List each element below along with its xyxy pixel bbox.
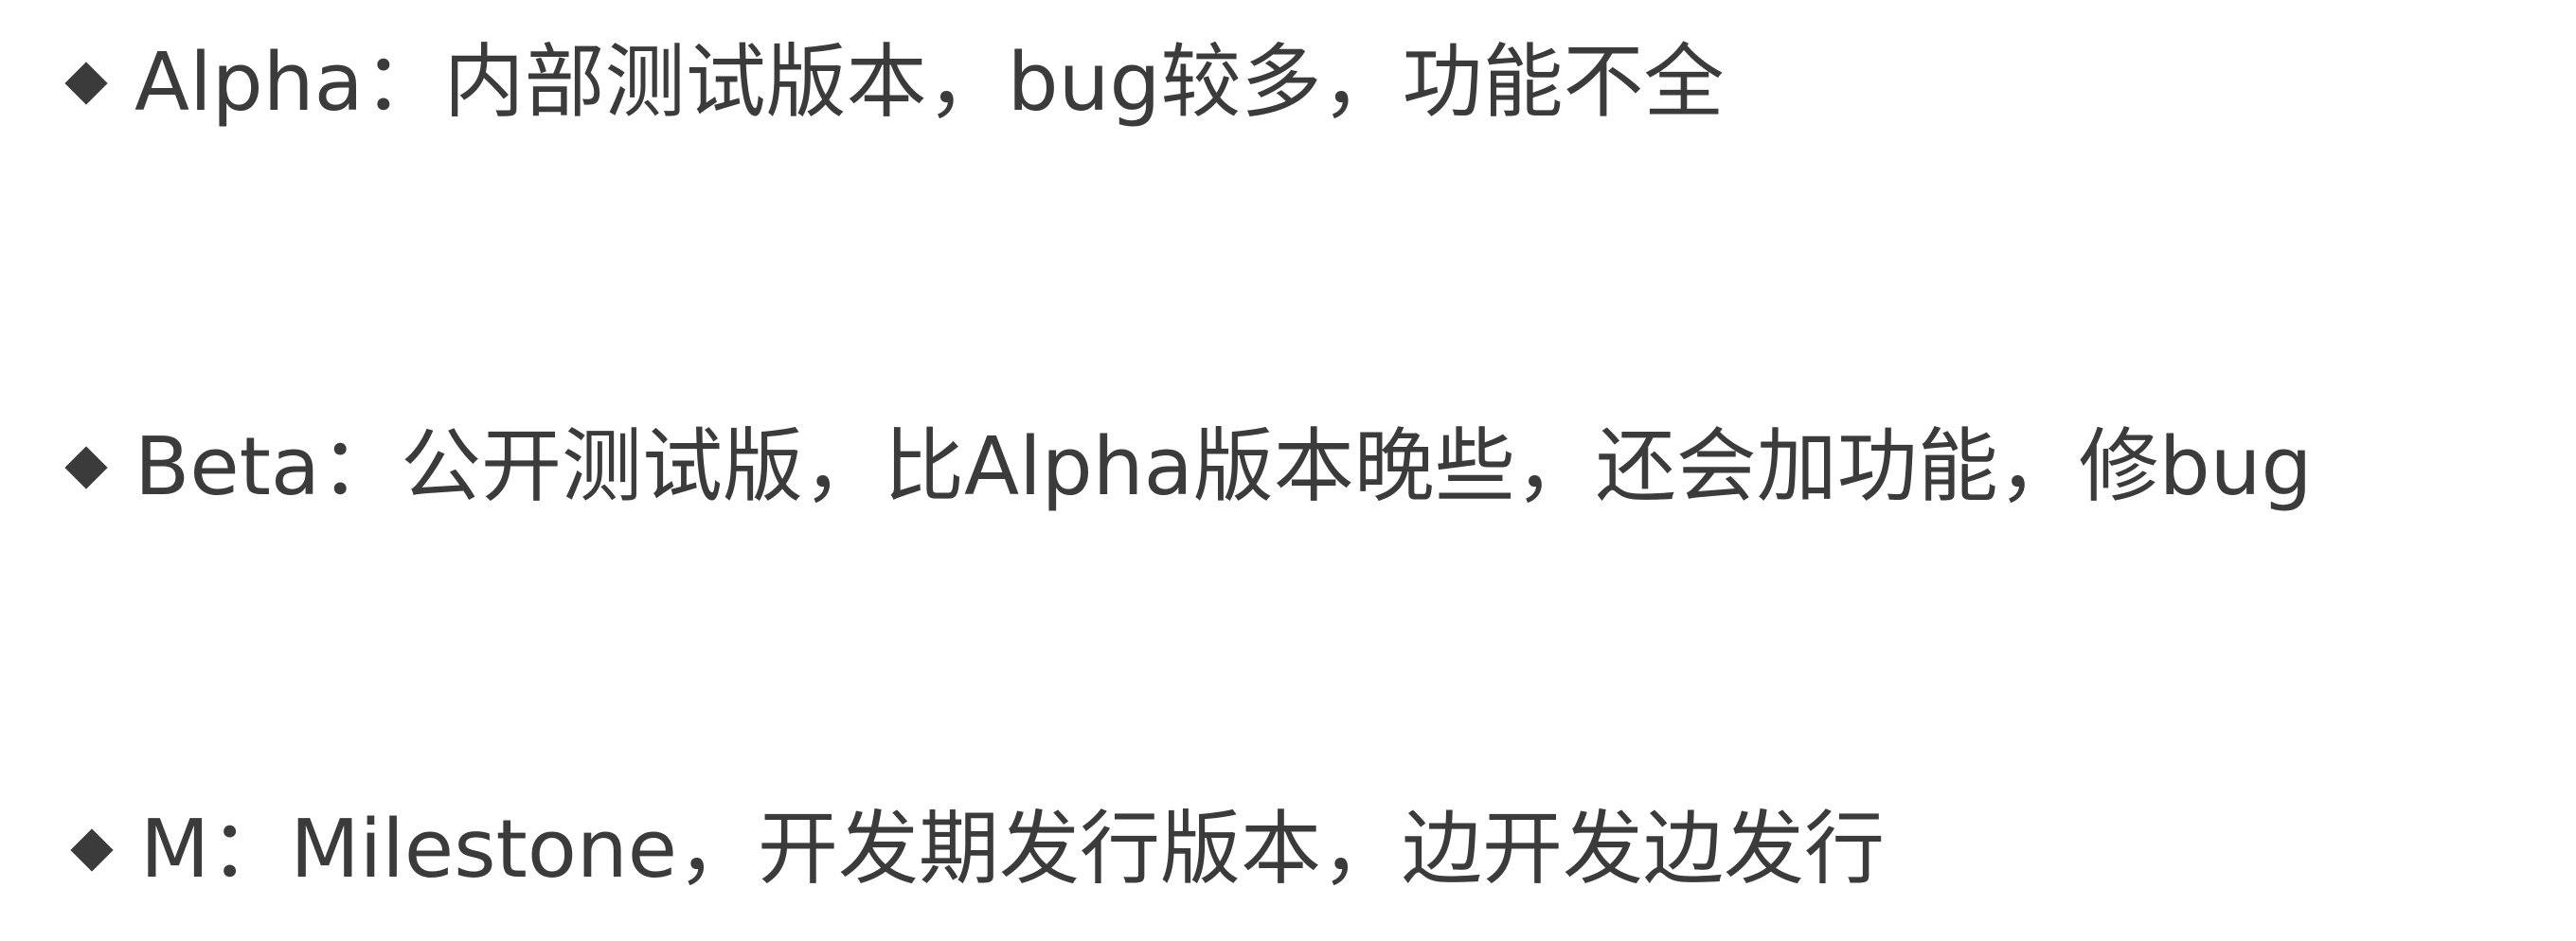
version-bullet-list: Alpha：内部测试版本，bug较多，功能不全 Beta：公开测试版，比Alph… [0, 0, 2576, 941]
diamond-bullet-icon [70, 828, 114, 872]
bullet-item-beta: Beta：公开测试版，比Alpha版本晚些，还会加功能，修bug [55, 417, 2312, 519]
bullet-item-alpha: Alpha：内部测试版本，bug较多，功能不全 [55, 32, 1724, 134]
diamond-bullet-icon [64, 62, 108, 105]
bullet-item-milestone: M：Milestone，开发期发行版本，边开发边发行 [61, 799, 1885, 901]
bullet-text-milestone: M：Milestone，开发期发行版本，边开发边发行 [140, 803, 1885, 897]
bullet-text-alpha: Alpha：内部测试版本，bug较多，功能不全 [134, 36, 1725, 130]
bullet-text-beta: Beta：公开测试版，比Alpha版本晚些，还会加功能，修bug [134, 420, 2313, 514]
diamond-bullet-icon [64, 446, 108, 489]
